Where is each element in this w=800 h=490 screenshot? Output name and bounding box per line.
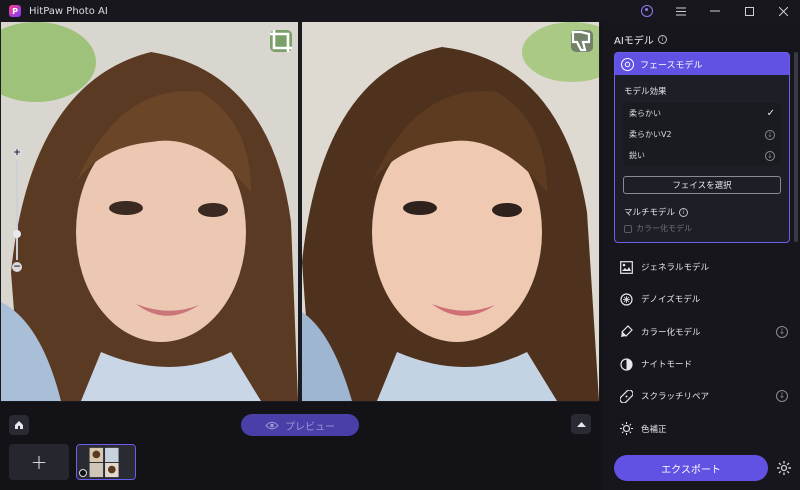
home-button[interactable] — [9, 415, 29, 435]
ai-model-title: AIモデル — [614, 36, 654, 47]
zoom-handle[interactable] — [13, 230, 21, 238]
dislike-icon — [571, 30, 591, 52]
checkbox[interactable] — [624, 224, 632, 233]
option-label: 柔らかいV2 — [629, 130, 672, 139]
portrait-enhanced-image — [302, 22, 599, 401]
sidebar-scrollbar[interactable] — [794, 52, 798, 242]
sun-icon — [619, 422, 633, 436]
model-label: ジェネラルモデル — [641, 263, 710, 274]
account-button[interactable] — [630, 0, 664, 22]
model-label: ナイトモード — [641, 360, 693, 371]
download-icon[interactable]: ↓ — [765, 150, 775, 161]
face-icon — [621, 57, 634, 71]
close-icon — [778, 6, 788, 16]
home-icon — [15, 421, 23, 429]
denoise-icon — [619, 292, 633, 306]
crop-button[interactable] — [270, 30, 292, 52]
multi-model-option[interactable]: カラー化モデル — [624, 223, 789, 234]
zoom-track[interactable] — [16, 160, 18, 260]
checkmark-icon: ✓ — [766, 108, 775, 119]
thumbnail-badge-icon — [79, 469, 87, 477]
user-icon — [641, 5, 653, 17]
model-item-denoise[interactable]: デノイズモデル — [614, 283, 794, 315]
minimize-button[interactable] — [698, 0, 732, 22]
info-icon[interactable]: i — [679, 207, 689, 217]
gear-icon[interactable] — [776, 460, 792, 476]
maximize-button[interactable] — [732, 0, 766, 22]
option-sharp[interactable]: 鋭い ↓ — [623, 145, 781, 166]
download-icon[interactable]: ↓ — [765, 129, 775, 140]
multi-option-label: カラー化モデル — [636, 224, 692, 233]
maximize-icon — [744, 6, 754, 16]
minimize-icon — [710, 10, 720, 12]
export-button[interactable]: エクスポート — [614, 455, 768, 481]
image-thumbnail[interactable] — [76, 444, 136, 480]
download-icon[interactable]: ↓ — [776, 390, 788, 403]
bottom-panel: プレビュー + — [0, 402, 600, 490]
option-soft-v2[interactable]: 柔らかいV2 ↓ — [623, 124, 781, 145]
model-list: ジェネラルモデル デノイズモデル カラー化モデル ↓ ナイトモード スクラッチリ… — [614, 251, 794, 445]
eye-icon — [265, 421, 279, 429]
collapse-button[interactable] — [571, 414, 591, 434]
option-label: 鋭い — [629, 151, 645, 160]
image-icon — [619, 260, 633, 274]
bandage-icon — [619, 389, 633, 403]
model-item-general[interactable]: ジェネラルモデル — [614, 251, 794, 283]
title-bar: P HitPaw Photo AI — [0, 0, 800, 22]
multi-model-title: マルチモデル — [624, 208, 676, 218]
face-model-card: フェースモデル モデル効果 柔らかい ✓ 柔らかいV2 ↓ 鋭い ↓ フェイスを… — [614, 52, 790, 243]
info-icon[interactable]: i — [657, 35, 667, 44]
model-item-scratch[interactable]: スクラッチリペア ↓ — [614, 380, 794, 412]
multi-model-header: マルチモデル i — [624, 206, 789, 218]
download-icon[interactable]: ↓ — [776, 325, 788, 338]
face-model-label: フェースモデル — [640, 60, 703, 71]
option-soft[interactable]: 柔らかい ✓ — [623, 103, 781, 124]
model-label: カラー化モデル — [641, 327, 701, 338]
model-item-night[interactable]: ナイトモード — [614, 348, 794, 380]
model-item-color-correction[interactable]: 色補正 — [614, 412, 794, 444]
model-label: 色補正 — [641, 424, 667, 435]
menu-button[interactable] — [664, 0, 698, 22]
chevron-up-icon — [576, 422, 586, 427]
dislike-button[interactable] — [571, 30, 593, 52]
model-label: デノイズモデル — [641, 295, 701, 306]
ai-model-header: AIモデル i — [614, 32, 667, 47]
portrait-original-image — [1, 22, 298, 401]
model-label: スクラッチリペア — [641, 392, 710, 403]
close-button[interactable] — [766, 0, 800, 22]
select-face-button[interactable]: フェイスを選択 — [623, 176, 781, 194]
zoom-in-icon[interactable]: + — [12, 148, 22, 158]
zoom-out-icon[interactable]: − — [12, 262, 22, 272]
app-title: HitPaw Photo AI — [29, 5, 108, 17]
crop-icon — [270, 30, 292, 52]
right-sidebar: AIモデル i フェースモデル モデル効果 柔らかい ✓ 柔らかいV2 ↓ 鋭い… — [602, 22, 800, 490]
model-effect-title: モデル効果 — [624, 87, 667, 97]
brush-icon — [619, 325, 633, 339]
half-circle-icon — [619, 357, 633, 371]
zoom-slider[interactable]: + − — [12, 148, 22, 272]
preview-label: プレビュー — [285, 421, 335, 433]
option-label: 柔らかい — [629, 109, 661, 118]
model-item-colorize[interactable]: カラー化モデル ↓ — [614, 316, 794, 348]
preview-button[interactable]: プレビュー — [241, 414, 359, 436]
original-photo — [1, 22, 298, 401]
app-logo-icon: P — [9, 5, 21, 17]
menu-icon — [676, 7, 686, 15]
enhanced-photo — [302, 22, 599, 401]
face-model-header[interactable]: フェースモデル — [615, 53, 789, 75]
add-image-button[interactable]: + — [9, 444, 69, 480]
